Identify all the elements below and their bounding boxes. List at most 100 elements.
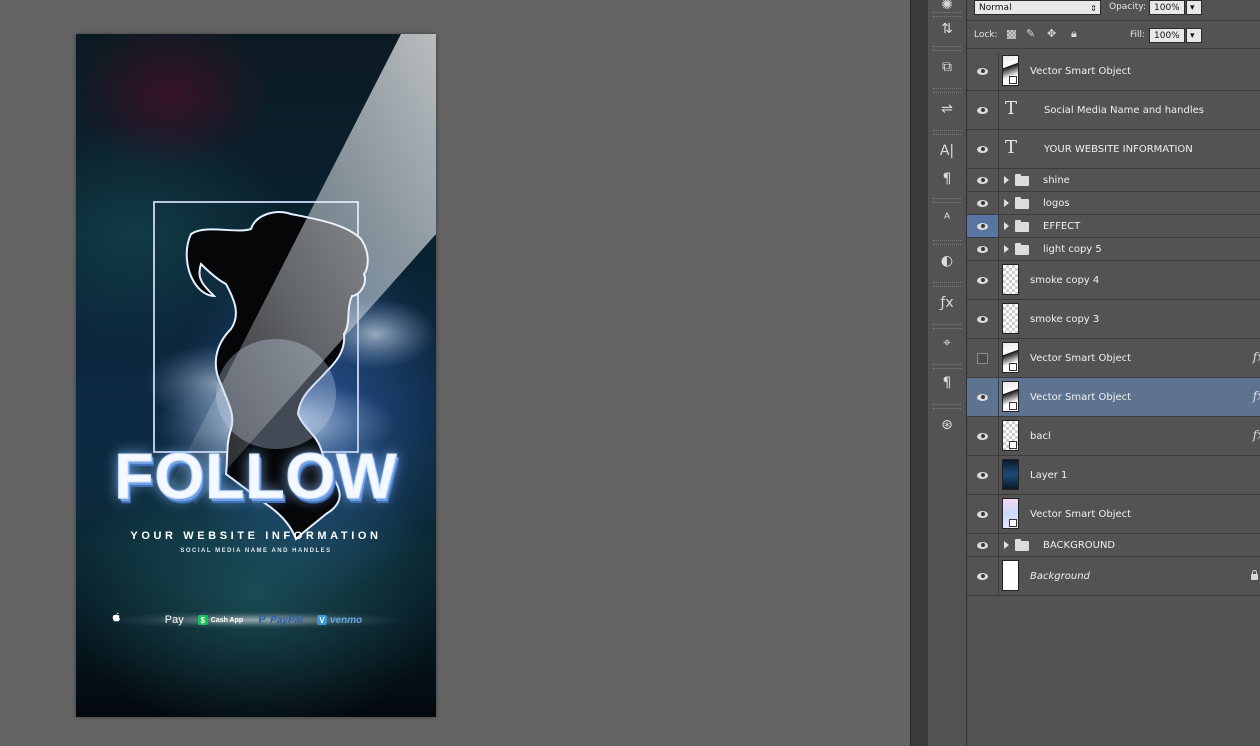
visibility-toggle[interactable] [967, 215, 999, 237]
layer-name[interactable]: bacl [1030, 431, 1051, 442]
glyphs-icon[interactable]: ᴬ [936, 208, 958, 230]
layer-name[interactable]: Vector Smart Object [1030, 66, 1131, 77]
eye-icon [977, 245, 988, 253]
layer-name[interactable]: YOUR WEBSITE INFORMATION [1044, 144, 1193, 155]
lock-transparent-pixels-icon[interactable] [1007, 30, 1016, 39]
visibility-toggle[interactable] [967, 238, 999, 260]
smart-object-badge-icon [1009, 402, 1017, 410]
layer-row[interactable]: BACKGROUND [967, 534, 1260, 557]
layer-thumbnail [1002, 420, 1019, 451]
paragraph-styles-icon[interactable]: ¶ [936, 372, 958, 394]
layer-name[interactable]: light copy 5 [1043, 244, 1102, 255]
visibility-toggle[interactable] [967, 169, 999, 191]
layer-name[interactable]: logos [1043, 198, 1070, 209]
smart-object-badge-icon [1009, 519, 1017, 527]
layer-row[interactable]: smoke copy 3 [967, 300, 1260, 339]
blend-mode-select[interactable]: Normal ⇕ [974, 0, 1101, 15]
expand-arrow-icon[interactable] [1004, 176, 1009, 184]
layer-row[interactable]: light copy 5 [967, 238, 1260, 261]
expand-arrow-icon[interactable] [1004, 245, 1009, 253]
apple-pay-label: Pay [164, 614, 184, 626]
expand-arrow-icon[interactable] [1004, 199, 1009, 207]
layer-row[interactable]: T Social Media Name and handles [967, 91, 1260, 130]
adjustments-icon[interactable]: ⇌ [936, 98, 958, 120]
visibility-toggle[interactable] [967, 417, 999, 455]
layer-row[interactable]: smoke copy 4 [967, 261, 1260, 300]
layer-effects-icon[interactable]: fx [1253, 428, 1260, 442]
layer-name[interactable]: smoke copy 4 [1030, 275, 1099, 286]
layer-effects-icon[interactable]: fx [1253, 389, 1260, 403]
layer-name[interactable]: shine [1043, 175, 1070, 186]
fill-input[interactable]: 100% [1149, 28, 1185, 43]
opacity-input[interactable]: 100% [1149, 0, 1185, 15]
opacity-dropdown-button[interactable]: ▾ [1186, 0, 1202, 15]
lock-all-icon[interactable]: 🔒︎ [1071, 27, 1077, 41]
visibility-toggle[interactable] [967, 192, 999, 214]
swatches-icon[interactable]: ⇅ [936, 18, 958, 40]
expand-arrow-icon[interactable] [1004, 222, 1009, 230]
opacity-label: Opacity: [1109, 2, 1146, 12]
panel-divider[interactable] [910, 0, 929, 746]
canvas-area[interactable]: FOLLOW YOUR WEBSITE INFORMATION SOCIAL M… [0, 0, 910, 746]
lock-image-pixels-icon[interactable]: ✎ [1026, 27, 1035, 40]
layer-row[interactable]: Layer 1 [967, 456, 1260, 495]
visibility-toggle[interactable] [967, 557, 999, 595]
libraries-icon[interactable]: ⧉ [936, 56, 958, 78]
eye-icon [977, 393, 988, 401]
visibility-toggle[interactable] [967, 534, 999, 556]
layer-row[interactable]: Vector Smart Object [967, 52, 1260, 91]
layer-name[interactable]: BACKGROUND [1043, 540, 1115, 551]
layer-row[interactable]: EFFECT [967, 215, 1260, 238]
paragraph-icon[interactable]: ¶ [936, 168, 958, 190]
visibility-toggle[interactable] [967, 261, 999, 299]
layer-name[interactable]: Vector Smart Object [1030, 509, 1131, 520]
navigator-icon[interactable]: ◐ [936, 250, 958, 272]
folder-icon [1015, 197, 1029, 209]
styles-icon[interactable]: ƒx [936, 292, 958, 314]
fill-label: Fill: [1130, 30, 1146, 40]
visibility-toggle[interactable] [967, 339, 999, 377]
eye-icon [977, 471, 988, 479]
layer-row[interactable]: logos [967, 192, 1260, 215]
folder-icon [1015, 220, 1029, 232]
smart-object-badge-icon [1009, 441, 1017, 449]
eye-icon [977, 572, 988, 580]
strip-separator [933, 88, 961, 93]
visibility-toggle[interactable] [967, 378, 999, 416]
layer-row[interactable]: T YOUR WEBSITE INFORMATION [967, 130, 1260, 169]
layer-name[interactable]: Vector Smart Object [1030, 392, 1131, 403]
visibility-toggle[interactable] [967, 300, 999, 338]
layer-row[interactable]: bacl fx [967, 417, 1260, 456]
visibility-toggle[interactable] [967, 456, 999, 494]
follow-title: FOLLOW [114, 440, 398, 513]
layer-name[interactable]: Vector Smart Object [1030, 353, 1131, 364]
layer-effects-icon[interactable]: fx [1253, 350, 1260, 364]
paths-icon[interactable]: ⌖ [936, 332, 958, 354]
layer-name[interactable]: Layer 1 [1030, 470, 1067, 481]
fill-dropdown-button[interactable]: ▾ [1186, 28, 1202, 43]
layer-name[interactable]: smoke copy 3 [1030, 314, 1099, 325]
social-handles-text: SOCIAL MEDIA NAME AND HANDLES [180, 548, 332, 554]
layer-row[interactable]: Vector Smart Object [967, 495, 1260, 534]
layer-name[interactable]: EFFECT [1043, 221, 1080, 232]
folder-icon [1015, 174, 1029, 186]
expand-arrow-icon[interactable] [1004, 541, 1009, 549]
visibility-toggle[interactable] [967, 495, 999, 533]
visibility-toggle[interactable] [967, 91, 999, 129]
lock-position-icon[interactable]: ✥ [1047, 27, 1056, 40]
visibility-toggle[interactable] [967, 52, 999, 90]
visibility-toggle[interactable] [967, 130, 999, 168]
document-canvas[interactable]: FOLLOW YOUR WEBSITE INFORMATION SOCIAL M… [76, 34, 436, 717]
lock-label: Lock: [974, 30, 998, 40]
layer-name[interactable]: Background [1030, 571, 1090, 582]
paypal-label: PayPal [270, 614, 303, 626]
eye-icon [977, 67, 988, 75]
layer-row[interactable]: shine [967, 169, 1260, 192]
channels-icon[interactable]: ⊛ [936, 414, 958, 436]
layer-row-selected[interactable]: Vector Smart Object fx [967, 378, 1260, 417]
layer-row[interactable]: Background [967, 557, 1260, 596]
layer-name[interactable]: Social Media Name and handles [1044, 105, 1204, 116]
layer-row[interactable]: Vector Smart Object fx [967, 339, 1260, 378]
character-icon[interactable]: A| [936, 140, 958, 162]
folder-icon [1015, 539, 1029, 551]
